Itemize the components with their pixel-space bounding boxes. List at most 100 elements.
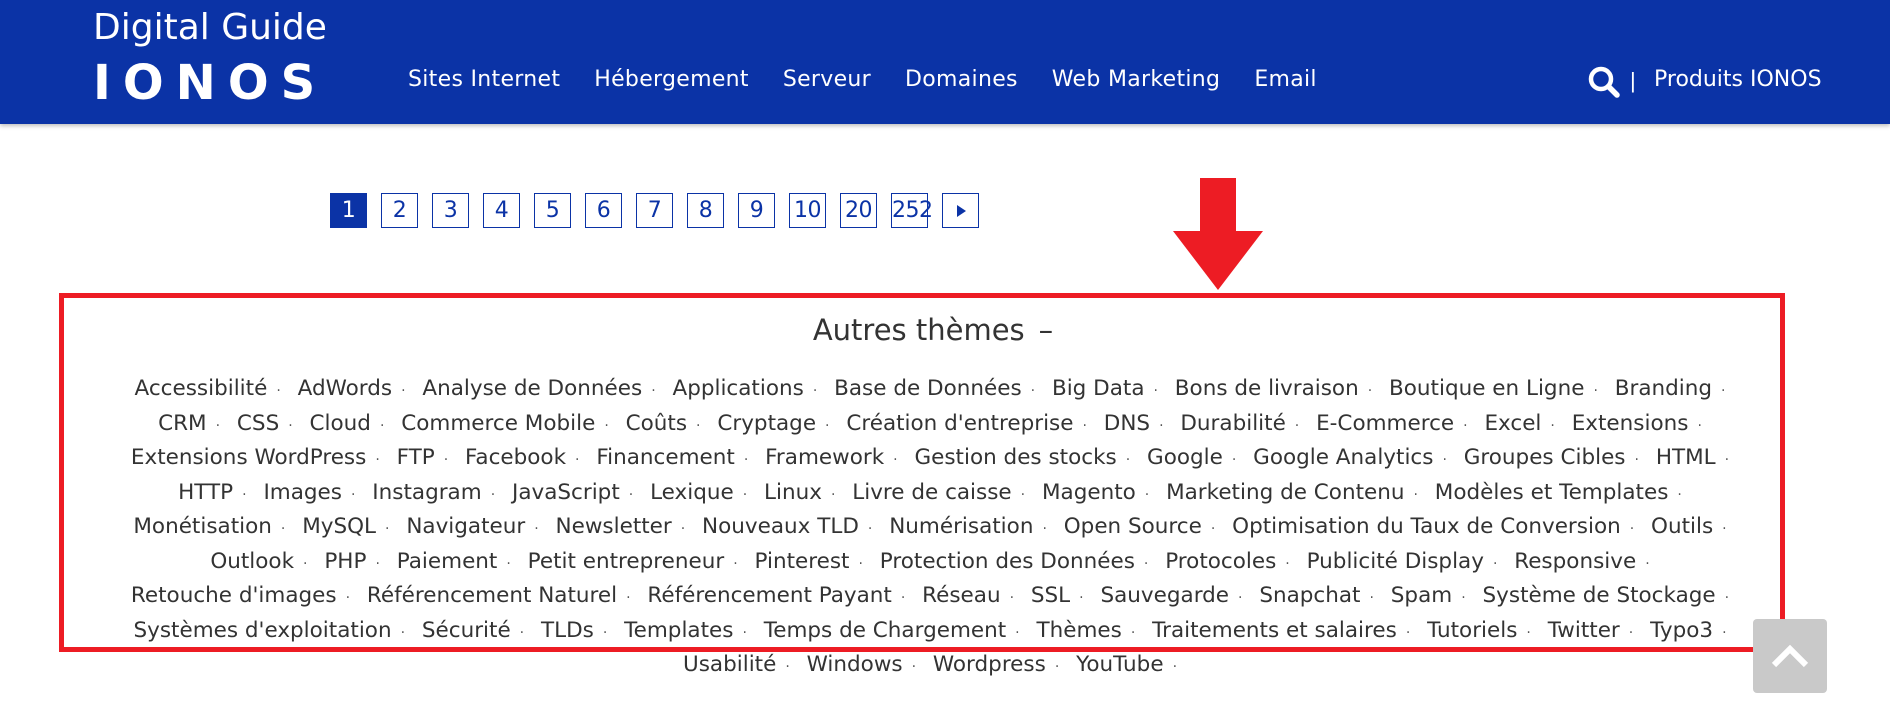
theme-link[interactable]: Retouche d'images · bbox=[131, 583, 360, 608]
theme-link[interactable]: Paiement · bbox=[397, 549, 521, 574]
nav-item-email[interactable]: Email bbox=[1254, 64, 1317, 96]
theme-link[interactable]: Protection des Données · bbox=[880, 549, 1159, 574]
page-button-10[interactable]: 10 bbox=[789, 193, 826, 228]
theme-link[interactable]: Référencement Payant · bbox=[647, 583, 915, 608]
theme-link[interactable]: Google · bbox=[1147, 445, 1246, 470]
theme-link[interactable]: Protocoles · bbox=[1165, 549, 1300, 574]
theme-link[interactable]: Bons de livraison · bbox=[1175, 376, 1382, 401]
theme-link[interactable]: Cloud · bbox=[310, 411, 395, 436]
theme-link[interactable]: Excel · bbox=[1484, 411, 1564, 436]
theme-link[interactable]: Base de Données · bbox=[834, 376, 1045, 401]
theme-link[interactable]: Livre de caisse · bbox=[852, 480, 1035, 505]
page-button-2[interactable]: 2 bbox=[381, 193, 418, 228]
theme-link[interactable]: Extensions · bbox=[1572, 411, 1712, 436]
page-button-3[interactable]: 3 bbox=[432, 193, 469, 228]
theme-link[interactable]: DNS · bbox=[1104, 411, 1174, 436]
theme-link[interactable]: Facebook · bbox=[465, 445, 589, 470]
theme-link[interactable]: Magento · bbox=[1042, 480, 1159, 505]
theme-link[interactable]: Analyse de Données · bbox=[422, 376, 665, 401]
theme-link[interactable]: Extensions WordPress · bbox=[131, 445, 390, 470]
theme-link[interactable]: Twitter · bbox=[1548, 618, 1644, 643]
theme-link[interactable]: Typo3 · bbox=[1650, 618, 1736, 643]
page-button-7[interactable]: 7 bbox=[636, 193, 673, 228]
theme-link[interactable]: HTML · bbox=[1656, 445, 1739, 470]
theme-link[interactable]: CSS · bbox=[237, 411, 303, 436]
theme-link[interactable]: E-Commerce · bbox=[1316, 411, 1478, 436]
theme-link[interactable]: Branding · bbox=[1615, 376, 1736, 401]
page-button-4[interactable]: 4 bbox=[483, 193, 520, 228]
nav-item-hebergement[interactable]: Hébergement bbox=[594, 64, 749, 96]
ionos-logo[interactable]: IONOS bbox=[93, 58, 327, 108]
nav-item-sites-internet[interactable]: Sites Internet bbox=[408, 64, 560, 96]
nav-item-web-marketing[interactable]: Web Marketing bbox=[1052, 64, 1221, 96]
theme-link[interactable]: CRM · bbox=[158, 411, 230, 436]
theme-link[interactable]: Coûts · bbox=[626, 411, 711, 436]
page-button-6[interactable]: 6 bbox=[585, 193, 622, 228]
theme-link[interactable]: Thèmes · bbox=[1036, 618, 1145, 643]
theme-link[interactable]: Templates · bbox=[624, 618, 757, 643]
theme-link[interactable]: Navigateur · bbox=[406, 514, 548, 539]
theme-link[interactable]: Cryptage · bbox=[717, 411, 839, 436]
brand-title[interactable]: Digital Guide bbox=[93, 6, 327, 50]
theme-link[interactable]: Framework · bbox=[765, 445, 907, 470]
theme-link[interactable]: Applications · bbox=[672, 376, 827, 401]
theme-link[interactable]: Big Data · bbox=[1052, 376, 1168, 401]
theme-link[interactable]: Création d'entreprise · bbox=[846, 411, 1097, 436]
theme-link[interactable]: AdWords · bbox=[298, 376, 416, 401]
theme-link[interactable]: Référencement Naturel · bbox=[367, 583, 641, 608]
next-page-button[interactable] bbox=[942, 193, 979, 228]
theme-link[interactable]: Windows · bbox=[807, 652, 926, 677]
theme-link[interactable]: Lexique · bbox=[650, 480, 757, 505]
theme-link[interactable]: Responsive · bbox=[1514, 549, 1659, 574]
theme-link[interactable]: JavaScript · bbox=[512, 480, 643, 505]
theme-link[interactable]: Publicité Display · bbox=[1307, 549, 1508, 574]
theme-link[interactable]: Wordpress · bbox=[933, 652, 1069, 677]
theme-link[interactable]: Instagram · bbox=[372, 480, 505, 505]
theme-link[interactable]: Sauvegarde · bbox=[1100, 583, 1252, 608]
page-button-20[interactable]: 20 bbox=[840, 193, 877, 228]
theme-link[interactable]: Linux · bbox=[764, 480, 845, 505]
theme-link[interactable]: Spam · bbox=[1391, 583, 1476, 608]
theme-link[interactable]: Numérisation · bbox=[889, 514, 1057, 539]
theme-link[interactable]: Financement · bbox=[596, 445, 758, 470]
theme-link[interactable]: FTP · bbox=[397, 445, 459, 470]
theme-link[interactable]: Petit entrepreneur · bbox=[528, 549, 748, 574]
theme-link[interactable]: Optimisation du Taux de Conversion · bbox=[1232, 514, 1644, 539]
theme-link[interactable]: Modèles et Templates · bbox=[1435, 480, 1692, 505]
theme-link[interactable]: Open Source · bbox=[1064, 514, 1226, 539]
theme-link[interactable]: Outlook · bbox=[210, 549, 317, 574]
theme-link[interactable]: TLDs · bbox=[541, 618, 617, 643]
nav-item-serveur[interactable]: Serveur bbox=[783, 64, 871, 96]
themes-section-title[interactable]: Autres thèmes – bbox=[0, 310, 1866, 350]
products-ionos-link[interactable]: Produits IONOS bbox=[1654, 64, 1822, 96]
theme-link[interactable]: Google Analytics · bbox=[1253, 445, 1457, 470]
theme-link[interactable]: Durabilité · bbox=[1180, 411, 1309, 436]
theme-link[interactable]: PHP · bbox=[324, 549, 390, 574]
theme-link[interactable]: Usabilité · bbox=[683, 652, 800, 677]
page-button-252[interactable]: 252 bbox=[891, 193, 933, 228]
theme-link[interactable]: Pinterest · bbox=[755, 549, 873, 574]
scroll-to-top-button[interactable] bbox=[1753, 619, 1827, 693]
theme-link[interactable]: Sécurité · bbox=[422, 618, 534, 643]
theme-link[interactable]: Temps de Chargement · bbox=[764, 618, 1030, 643]
theme-link[interactable]: Gestion des stocks · bbox=[914, 445, 1140, 470]
collapse-toggle[interactable]: – bbox=[1039, 313, 1054, 347]
theme-link[interactable]: Monétisation · bbox=[133, 514, 295, 539]
search-icon[interactable] bbox=[1587, 65, 1621, 99]
theme-link[interactable]: Traitements et salaires · bbox=[1152, 618, 1420, 643]
theme-link[interactable]: Système de Stockage · bbox=[1483, 583, 1740, 608]
theme-link[interactable]: Tutoriels · bbox=[1427, 618, 1541, 643]
theme-link[interactable]: Commerce Mobile · bbox=[401, 411, 619, 436]
page-button-1[interactable]: 1 bbox=[330, 193, 367, 228]
page-button-8[interactable]: 8 bbox=[687, 193, 724, 228]
nav-item-domaines[interactable]: Domaines bbox=[905, 64, 1018, 96]
theme-link[interactable]: Images · bbox=[263, 480, 365, 505]
page-button-9[interactable]: 9 bbox=[738, 193, 775, 228]
theme-link[interactable]: Outils · bbox=[1651, 514, 1737, 539]
theme-link[interactable]: Boutique en Ligne · bbox=[1389, 376, 1608, 401]
theme-link[interactable]: Accessibilité · bbox=[135, 376, 291, 401]
theme-link[interactable]: Newsletter · bbox=[556, 514, 696, 539]
theme-link[interactable]: Snapchat · bbox=[1259, 583, 1384, 608]
theme-link[interactable]: MySQL · bbox=[302, 514, 399, 539]
theme-link[interactable]: Marketing de Contenu · bbox=[1166, 480, 1428, 505]
